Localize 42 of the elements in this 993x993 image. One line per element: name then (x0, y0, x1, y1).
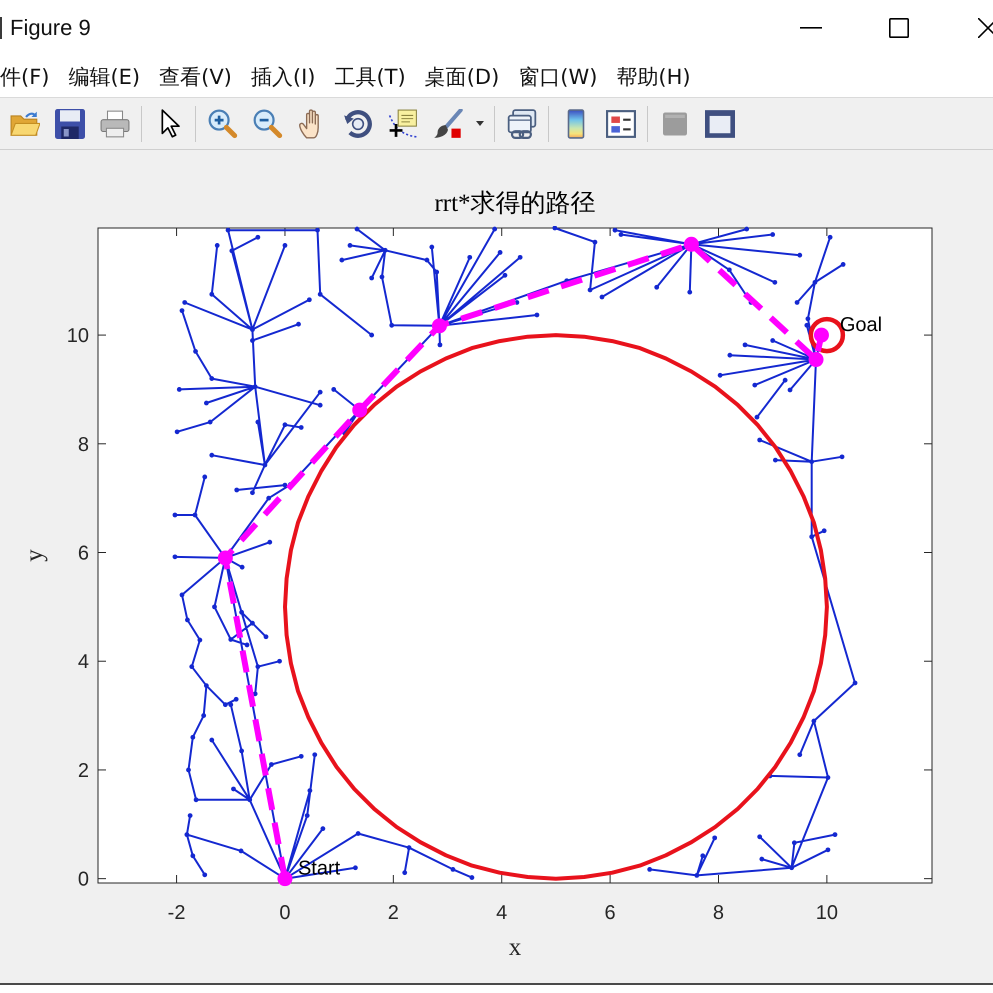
y-tick-label: 2 (78, 760, 89, 782)
window-title: Figure 9 (10, 15, 92, 41)
x-tick-label: 10 (816, 902, 838, 924)
x-tick-label: 4 (496, 902, 508, 924)
caret-icon (476, 121, 484, 126)
point-label: Goal (840, 314, 882, 336)
x-tick-label: 0 (279, 902, 291, 924)
x-tick-label: 6 (604, 902, 616, 924)
folder-icon (10, 108, 40, 138)
x-tick-label: 2 (388, 902, 399, 924)
app-icon (0, 17, 3, 39)
legend-icon (606, 108, 636, 138)
menu-item[interactable]: 插入(I) (250, 62, 316, 90)
y-tick-label: 4 (78, 651, 89, 674)
maximize-icon (889, 18, 909, 38)
close-icon (978, 18, 993, 38)
brush-icon (432, 108, 462, 138)
square-icon (662, 112, 686, 136)
zoom-out-icon (252, 108, 282, 138)
note-crosshair-icon (388, 108, 418, 138)
menu-item[interactable]: 编辑(E) (68, 62, 140, 90)
minimize-icon (800, 27, 822, 29)
chart-title: rrt*求得的路径 (434, 189, 596, 219)
x-axis-label: x (508, 934, 522, 961)
menu-item[interactable]: 件(F) (0, 62, 50, 90)
menu-item[interactable]: 查看(V) (159, 62, 232, 90)
menu-item[interactable]: 窗口(W) (518, 62, 598, 90)
menu-item[interactable]: 帮助(H) (616, 62, 691, 90)
linked-windows-icon (506, 108, 536, 138)
y-tick-label: 6 (78, 542, 89, 564)
menu-item[interactable]: 桌面(D) (424, 62, 500, 90)
x-tick-label: -2 (168, 902, 186, 924)
zoom-in-icon (208, 108, 238, 138)
y-axis-label: y (21, 549, 48, 562)
x-tick-label: 8 (712, 902, 724, 924)
rotate-icon (342, 108, 372, 138)
y-tick-label: 10 (66, 325, 89, 348)
printer-icon (100, 108, 130, 138)
window-frame-icon (704, 108, 734, 138)
y-tick-label: 8 (78, 434, 89, 456)
menu-item[interactable]: 工具(T) (334, 62, 406, 90)
y-tick-label: 0 (78, 868, 89, 891)
